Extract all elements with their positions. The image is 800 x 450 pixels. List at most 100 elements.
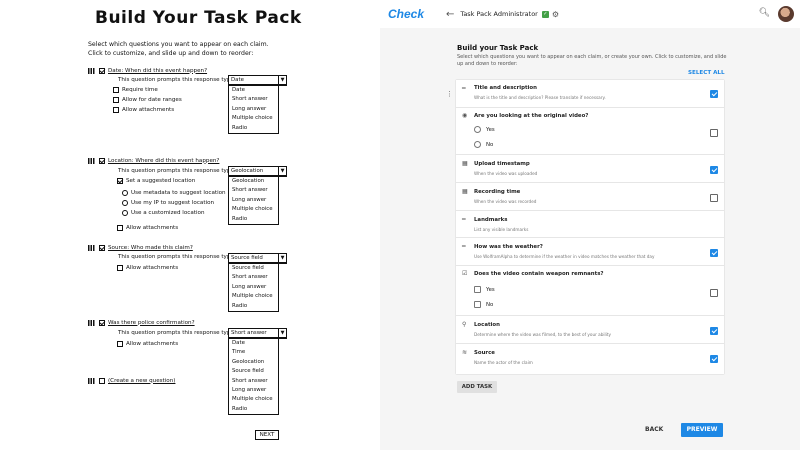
builder-heading: Build your Task Pack	[457, 44, 539, 52]
task-checkbox[interactable]	[710, 90, 718, 98]
wf-q4-attach[interactable]: Allow attachments	[117, 341, 178, 347]
task-checkbox[interactable]	[710, 194, 718, 202]
task-checkbox[interactable]	[710, 166, 718, 174]
wf-q2-select[interactable]: Geolocation ▼	[228, 166, 287, 177]
wf-q4-select[interactable]: Short answer ▼	[228, 328, 287, 339]
wf-radio[interactable]	[122, 210, 128, 216]
task-option[interactable]: No	[474, 301, 493, 308]
wf-q2-option[interactable]: Short answer	[229, 186, 278, 195]
wf-q2-radio-ip[interactable]: Use my IP to suggest location	[122, 200, 214, 206]
task-item-recording-time[interactable]: ▦ Recording time When the video was reco…	[456, 183, 724, 211]
chevron-down-icon[interactable]: ▼	[278, 329, 286, 337]
task-item-landmarks[interactable]: ═ Landmarks List any visible landmarks	[456, 211, 724, 238]
wf-q2-suggest[interactable]: Set a suggested location	[117, 178, 195, 184]
task-checkbox[interactable]	[710, 129, 718, 137]
task-item-original-video[interactable]: ◉ Are you looking at the original video?…	[456, 108, 724, 155]
radio-circle-icon[interactable]	[474, 141, 481, 148]
wf-q1-option[interactable]: Short answer	[229, 95, 278, 104]
drag-handle-icon[interactable]	[88, 67, 95, 74]
back-button[interactable]: BACK	[645, 426, 663, 433]
wf-q1-option[interactable]: Long answer	[229, 105, 278, 114]
task-item-source[interactable]: ≋ Source Name the actor of the claim	[456, 344, 724, 374]
checkbox-square-icon[interactable]	[474, 301, 481, 308]
add-task-button[interactable]: ADD TASK	[457, 381, 497, 393]
wf-q1-sub-date-ranges[interactable]: Allow for date ranges	[113, 97, 182, 103]
wf-q1-sub-attachments[interactable]: Allow attachments	[113, 107, 174, 113]
wf-q3-attach[interactable]: Allow attachments	[117, 265, 178, 271]
wf-q2-radio-metadata[interactable]: Use metadata to suggest location	[122, 190, 226, 196]
wf-q1-option[interactable]: Multiple choice	[229, 114, 278, 123]
wf-radio[interactable]	[122, 190, 128, 196]
checkbox-square-icon[interactable]	[474, 286, 481, 293]
wf-q4-option[interactable]: Short answer	[229, 377, 278, 386]
wf-q3-option[interactable]: Long answer	[229, 283, 278, 292]
wf-q3-checkbox[interactable]	[99, 244, 105, 251]
back-arrow-icon[interactable]: ←	[446, 9, 454, 20]
task-item-upload-timestamp[interactable]: ▦ Upload timestamp When the video was up…	[456, 155, 724, 183]
drag-handle-icon[interactable]	[88, 377, 95, 384]
check-logo[interactable]: Check	[388, 7, 424, 21]
task-item-title-description[interactable]: ═ Title and description What is the titl…	[456, 80, 724, 108]
wf-checkbox[interactable]	[113, 87, 119, 93]
wf-q2-option[interactable]: Geolocation	[229, 177, 278, 186]
wf-checkbox[interactable]	[117, 341, 123, 347]
drag-handle-icon[interactable]	[88, 157, 95, 164]
wf-q4-option[interactable]: Multiple choice	[229, 395, 278, 404]
task-option[interactable]: Yes	[474, 286, 495, 293]
wf-q4-option[interactable]: Long answer	[229, 386, 278, 395]
wf-checkbox[interactable]	[117, 178, 123, 184]
task-option[interactable]: No	[474, 141, 493, 148]
wf-q1-checkbox[interactable]	[99, 67, 105, 74]
wf-q4-option[interactable]: Time	[229, 348, 278, 357]
wf-checkbox[interactable]	[113, 107, 119, 113]
wf-checkbox[interactable]	[117, 225, 123, 231]
wf-q2-checkbox[interactable]	[99, 157, 105, 164]
wf-q4-option[interactable]: Date	[229, 339, 278, 348]
chevron-down-icon[interactable]: ▼	[278, 76, 286, 84]
wf-create-checkbox[interactable]	[99, 377, 105, 384]
radio-circle-icon[interactable]	[474, 126, 481, 133]
avatar[interactable]	[778, 6, 794, 22]
wf-q1-option[interactable]: Date	[229, 86, 278, 95]
wf-q1-sub-require-time[interactable]: Require time	[113, 87, 158, 93]
task-option[interactable]: Yes	[474, 126, 495, 133]
drag-handle-icon[interactable]: ⋮	[446, 90, 453, 98]
chevron-down-icon[interactable]: ▼	[278, 167, 286, 175]
task-item-location[interactable]: ⚲ Location Determine where the video was…	[456, 316, 724, 344]
wf-q2-option[interactable]: Multiple choice	[229, 205, 278, 214]
wf-q1-option[interactable]: Radio	[229, 124, 278, 133]
wf-q2-option[interactable]: Long answer	[229, 196, 278, 205]
task-checkbox[interactable]	[710, 249, 718, 257]
drag-handle-icon[interactable]	[88, 244, 95, 251]
wf-q2-attach[interactable]: Allow attachments	[117, 225, 178, 231]
gear-icon[interactable]: ⚙	[552, 10, 559, 19]
select-all-button[interactable]: SELECT ALL	[688, 70, 725, 76]
preview-button[interactable]: PREVIEW	[681, 423, 723, 437]
wf-q4-option[interactable]: Radio	[229, 405, 278, 414]
wf-create-question[interactable]: (Create a new question)	[88, 376, 175, 385]
wf-q3-option[interactable]: Radio	[229, 302, 278, 311]
task-item-weather[interactable]: ═ How was the weather? Use WolframAlpha …	[456, 238, 724, 266]
wf-radio[interactable]	[122, 200, 128, 206]
search-icon[interactable]: 🔍︎	[759, 8, 770, 18]
wf-q3-select[interactable]: Source field ▼	[228, 253, 287, 264]
drag-handle-icon[interactable]	[88, 319, 95, 326]
task-checkbox[interactable]	[710, 355, 718, 363]
wf-q1-select[interactable]: Date ▼	[228, 75, 287, 86]
wf-q4-checkbox[interactable]	[99, 319, 105, 326]
wf-q4-option[interactable]: Source field	[229, 367, 278, 376]
wf-q3-option[interactable]: Multiple choice	[229, 292, 278, 301]
wf-create-label[interactable]: (Create a new question)	[108, 378, 175, 384]
wf-next-button[interactable]: NEXT	[255, 430, 279, 440]
wf-q2-option[interactable]: Radio	[229, 215, 278, 224]
wf-q3-option[interactable]: Short answer	[229, 273, 278, 282]
task-checkbox[interactable]	[710, 289, 718, 297]
wf-q3-option[interactable]: Source field	[229, 264, 278, 273]
wf-checkbox[interactable]	[113, 97, 119, 103]
wf-q4-option[interactable]: Geolocation	[229, 358, 278, 367]
task-item-weapon-remnants[interactable]: ☑ Does the video contain weapon remnants…	[456, 266, 724, 316]
task-checkbox[interactable]	[710, 327, 718, 335]
wf-q2-radio-custom[interactable]: Use a customized location	[122, 210, 205, 216]
chevron-down-icon[interactable]: ▼	[278, 254, 286, 262]
wf-checkbox[interactable]	[117, 265, 123, 271]
